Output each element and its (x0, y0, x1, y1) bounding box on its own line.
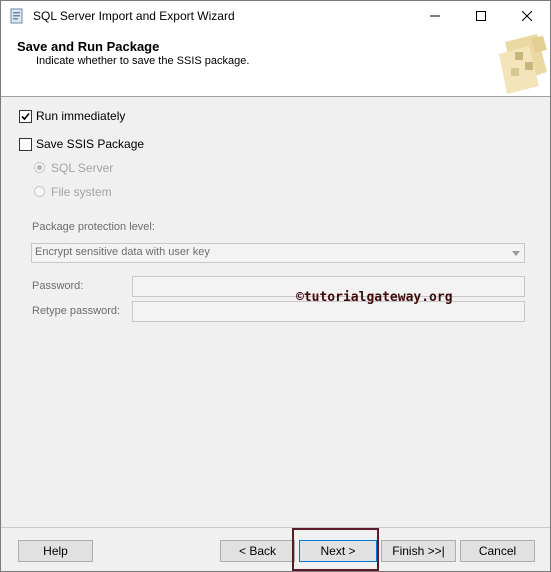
close-icon (521, 10, 533, 24)
wizard-footer: Help < Back Next > Finish >>| Cancel (1, 527, 550, 571)
save-package-label[interactable]: Save SSIS Package (36, 137, 144, 151)
chevron-down-icon[interactable] (508, 245, 523, 261)
radio-selected-dot (37, 165, 42, 170)
maximize-button[interactable] (458, 1, 504, 32)
password-label: Password: (32, 280, 84, 292)
wizard-content: Run immediately Save SSIS Package SQL Se… (1, 97, 550, 527)
maximize-icon (476, 10, 486, 24)
protection-level-dropdown[interactable]: Encrypt sensitive data with user key (31, 243, 525, 263)
run-immediately-checkbox[interactable] (19, 110, 32, 123)
back-button[interactable]: < Back (220, 540, 295, 562)
page-title: Save and Run Package (17, 39, 160, 54)
run-immediately-label[interactable]: Run immediately (36, 109, 125, 123)
wizard-banner-icon (491, 32, 550, 95)
title-bar[interactable]: SQL Server Import and Export Wizard (1, 1, 550, 32)
minimize-icon (430, 10, 440, 24)
app-icon (9, 8, 25, 24)
save-package-checkbox[interactable] (19, 138, 32, 151)
file-system-radio[interactable] (34, 186, 45, 197)
page-subtitle: Indicate whether to save the SSIS packag… (36, 55, 250, 67)
wizard-header: Save and Run Package Indicate whether to… (1, 32, 550, 97)
wizard-window: SQL Server Import and Export Wizard Save… (0, 0, 551, 572)
retype-password-label: Retype password: (32, 305, 121, 317)
close-button[interactable] (504, 1, 550, 32)
finish-button[interactable]: Finish >>| (381, 540, 456, 562)
window-title: SQL Server Import and Export Wizard (33, 9, 235, 23)
next-button-highlight (292, 528, 379, 571)
sql-server-radio[interactable] (34, 162, 45, 173)
protection-level-label: Package protection level: (32, 221, 155, 233)
file-system-label[interactable]: File system (51, 185, 112, 199)
help-button[interactable]: Help (18, 540, 93, 562)
sql-server-label[interactable]: SQL Server (51, 161, 113, 175)
minimize-button[interactable] (412, 1, 458, 32)
watermark-text: ©tutorialgateway.org (296, 290, 453, 305)
cancel-button[interactable]: Cancel (460, 540, 535, 562)
protection-level-value: Encrypt sensitive data with user key (35, 246, 210, 258)
